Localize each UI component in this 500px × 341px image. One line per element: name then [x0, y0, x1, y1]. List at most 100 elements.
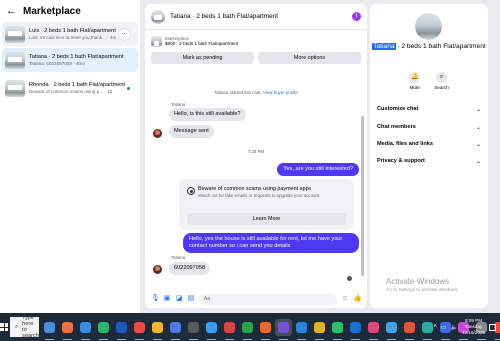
image-icon[interactable]: ▣ [163, 295, 171, 303]
app-glyph-icon [43, 321, 55, 333]
section-label: Media, files and links [377, 141, 433, 147]
message-input[interactable]: Aa [199, 293, 337, 305]
app-glyph-icon [295, 321, 307, 333]
conversation-preview: Tatiana: 6022097058 · 40m [29, 61, 85, 66]
volume-icon[interactable]: 🔈 [451, 324, 458, 331]
notification-icon[interactable] [489, 323, 496, 331]
conversation-item-luis[interactable]: Luis · 2 beds 1 bath Flat/apartment Luis… [2, 22, 138, 46]
taskbar-app-icon[interactable] [329, 319, 346, 340]
gif-icon[interactable]: ▤ [187, 295, 195, 303]
chevron-down-icon: ⌄ [475, 158, 481, 165]
listing-photo[interactable] [415, 13, 442, 40]
conversation-item-tatiana[interactable]: Tatiana · 2 beds 1 bath Flat/apartment T… [2, 48, 138, 72]
taskbar-app-icon[interactable] [59, 319, 76, 340]
like-icon[interactable]: 👍 [353, 295, 362, 303]
taskbar-app-icon[interactable] [149, 319, 166, 340]
taskbar-app-icon[interactable] [274, 318, 292, 340]
chat-header: Tatiana · 2 beds 1 bath Flat/apartment i [145, 4, 367, 30]
sticker-icon[interactable]: ◪ [175, 295, 183, 303]
taskbar-app-icon[interactable] [311, 319, 328, 340]
taskbar-app-icon[interactable] [203, 319, 220, 340]
app-glyph-icon [367, 321, 379, 333]
scam-warning-card: Beware of common scams using payment app… [179, 179, 354, 230]
chat-started-notice: Tatiana started this chat. View buyer pr… [145, 90, 367, 95]
taskbar-app-icon[interactable] [77, 319, 94, 340]
app-glyph-icon [187, 321, 199, 333]
taskbar-app-icon[interactable] [167, 319, 184, 340]
app-glyph-icon [385, 321, 397, 333]
avatar[interactable] [153, 129, 162, 138]
details-title-rest: · 2 beds 1 bath Flat/apartment [395, 43, 486, 50]
incoming-message: 6022097058 [169, 262, 211, 275]
chat-scrollbar[interactable] [361, 116, 364, 276]
incoming-message: Hello, is this still available? [169, 108, 246, 121]
mute-button[interactable]: 🔔 Mute [409, 72, 421, 90]
listing-thumbnail [5, 51, 25, 69]
taskbar-app-icon[interactable] [185, 319, 202, 340]
sender-name: Tatiana [171, 102, 186, 107]
activate-windows-watermark: Activate Windows Go to Settings to activ… [386, 277, 459, 292]
taskbar-app-icon[interactable] [293, 319, 310, 340]
taskbar-app-icon[interactable] [383, 319, 400, 340]
taskbar-app-icon[interactable] [401, 319, 418, 340]
app-glyph-icon [277, 321, 289, 333]
clock-date: 12/16/2025 [462, 330, 485, 335]
privacy-support-row[interactable]: Privacy & support ⌄ [377, 156, 481, 166]
more-options-button[interactable]: More options [258, 52, 361, 64]
app-glyph-icon [331, 321, 343, 333]
taskbar-app-icon[interactable] [365, 319, 382, 340]
watermark-subtitle: Go to Settings to activate Windows. [386, 287, 459, 292]
chat-title: Tatiana · 2 beds 1 bath Flat/apartment [170, 13, 278, 20]
chat-members-row[interactable]: Chat members ⌄ [377, 122, 481, 132]
listing-avatar[interactable] [151, 9, 165, 24]
taskbar-app-icon[interactable] [239, 319, 256, 340]
listing-summary[interactable]: Marketplace $800 · 2 beds 1 bath Flat/ap… [145, 30, 367, 52]
taskbar-app-icon[interactable] [257, 319, 274, 340]
taskbar-app-icon[interactable] [131, 319, 148, 340]
more-options-icon[interactable]: … [119, 29, 130, 40]
taskbar-search-placeholder: Type here to search [22, 315, 39, 339]
incoming-message: Message sent [169, 125, 214, 138]
start-button[interactable] [0, 313, 8, 341]
mark-as-pending-button[interactable]: Mark as pending [151, 52, 254, 64]
taskbar-app-icon[interactable] [113, 319, 130, 340]
taskbar-app-icon[interactable] [95, 319, 112, 340]
taskbar-app-icon[interactable] [41, 319, 58, 340]
mute-label: Mute [409, 85, 420, 90]
message-thread: Tatiana started this chat. View buyer pr… [145, 70, 367, 290]
taskbar-search-box[interactable]: ⌕ Type here to search [10, 315, 39, 339]
message-timestamp: 7:28 PM [247, 149, 265, 154]
pinned-apps [41, 318, 500, 340]
view-buyer-profile-link[interactable]: View buyer profile [263, 90, 298, 95]
search-button[interactable]: ⌕ Search [434, 72, 449, 90]
taskbar-app-icon[interactable] [347, 319, 364, 340]
taskbar-app-icon[interactable] [221, 319, 238, 340]
section-label: Chat members [377, 124, 416, 130]
emoji-icon[interactable]: ☺ [341, 295, 349, 303]
avatar[interactable] [153, 265, 162, 274]
info-icon[interactable]: i [352, 12, 361, 21]
windows-logo-icon [0, 323, 8, 331]
marketplace-header: ← Marketplace [0, 0, 140, 22]
microphone-icon[interactable]: 🎙 [151, 295, 160, 303]
taskbar-clock[interactable]: 8:09 PM Tuesday 12/16/2025 [462, 318, 485, 336]
watermark-title: Activate Windows [386, 277, 450, 286]
details-actions: 🔔 Mute ⌕ Search [370, 72, 488, 90]
chevron-up-icon[interactable]: ˄ [433, 324, 437, 330]
page-title: Marketplace [23, 5, 81, 17]
learn-more-button[interactable]: Learn More [187, 213, 346, 225]
listing-actions: Mark as pending More options [145, 52, 367, 64]
listing-thumbnail [5, 25, 25, 43]
media-files-row[interactable]: Media, files and links ⌄ [377, 139, 481, 149]
system-tray: ˄ ▭ 🔈 8:09 PM Tuesday 12/16/2025 [433, 313, 500, 341]
search-icon: ⌕ [15, 323, 19, 330]
customize-chat-row[interactable]: Customize chat ⌄ [377, 104, 481, 114]
network-icon[interactable]: ▭ [441, 324, 447, 331]
conversation-item-rhonda[interactable]: Rhonda · 2 beds 1 bath Flat/apartment Be… [2, 76, 138, 100]
arrow-left-icon[interactable]: ← [6, 5, 17, 17]
section-label: Customize chat [377, 106, 419, 112]
app-glyph-icon [79, 321, 91, 333]
scam-warning-title: Beware of common scams using payment app… [198, 186, 312, 192]
app-glyph-icon [223, 321, 235, 333]
app-glyph-icon [205, 321, 217, 333]
